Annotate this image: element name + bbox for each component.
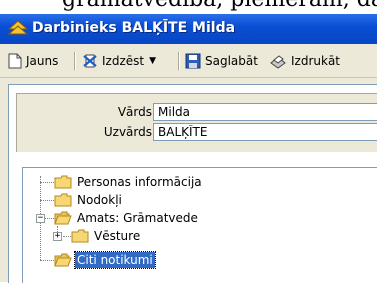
delete-button[interactable]: Izdzēst ▼ [82,50,156,72]
delete-button-label: Izdzēst [102,54,145,68]
toolbar-separator [178,52,180,70]
employee-details-panel: Vārds Uzvārds [16,93,377,152]
new-button[interactable]: Jauns [8,50,58,72]
print-button-label: Izdrukāt [291,54,341,68]
last-name-field[interactable] [153,123,377,141]
category-tree: − + Personas informācija Nodokļi Amats: … [22,167,377,283]
tree-connector-line [40,182,54,183]
tree-item[interactable]: Amats: Grāmatvede [54,209,200,227]
first-name-label: Vārds [117,105,152,119]
folder-closed-icon [71,229,89,243]
new-document-icon [8,53,22,69]
collapse-toggle[interactable]: − [36,214,45,223]
content-area: Vārds Uzvārds − + Personas informācija N… [0,78,377,283]
tree-item[interactable]: Nodokļi [54,191,124,209]
delete-icon [83,54,97,68]
toolbar-separator [74,52,76,70]
window-title: Darbinieks BALĶĪTE Milda [32,20,236,36]
tree-item-label: Personas informācija [77,175,202,189]
save-button[interactable]: Saglabāt [185,50,258,72]
folder-closed-icon [54,175,72,189]
last-name-label: Uzvārds [103,125,152,139]
print-icon [270,55,286,69]
tree-item-selected[interactable]: Citi notikumi [54,251,156,269]
document-text: grāmatvedība, piemēram, dar [62,0,377,12]
tree-item-label: Nodokļi [77,193,122,207]
tree-connector-line [45,218,54,219]
tree-connector-line [40,260,54,261]
document-text-fragment: grāmatvedība, piemēram, dar [0,0,377,14]
app-icon [8,20,28,35]
tree-item-label: Amats: Grāmatvede [77,211,198,225]
window-titlebar[interactable]: Darbinieks BALĶĪTE Milda [0,14,377,44]
tree-item[interactable]: Personas informācija [54,173,204,191]
tree-item[interactable]: Vēsture [71,227,142,245]
save-disk-icon [185,53,201,69]
expand-toggle[interactable]: + [53,232,62,241]
folder-closed-icon [54,193,72,207]
dropdown-arrow-icon[interactable]: ▼ [149,56,156,66]
save-button-label: Saglabāt [205,54,258,68]
tree-connector-line [63,236,71,237]
first-name-field[interactable] [153,103,377,121]
new-button-label: Jauns [26,54,59,68]
toolbar: Jauns Izdzēst ▼ Saglabāt Izdrukāt [0,44,377,78]
print-button[interactable]: Izdrukāt [269,50,340,72]
folder-open-icon [54,253,72,267]
tree-connector-line [40,200,54,201]
tree-item-label: Vēsture [94,229,141,243]
tree-item-label: Citi notikumi [74,251,156,269]
folder-open-icon [54,211,72,225]
